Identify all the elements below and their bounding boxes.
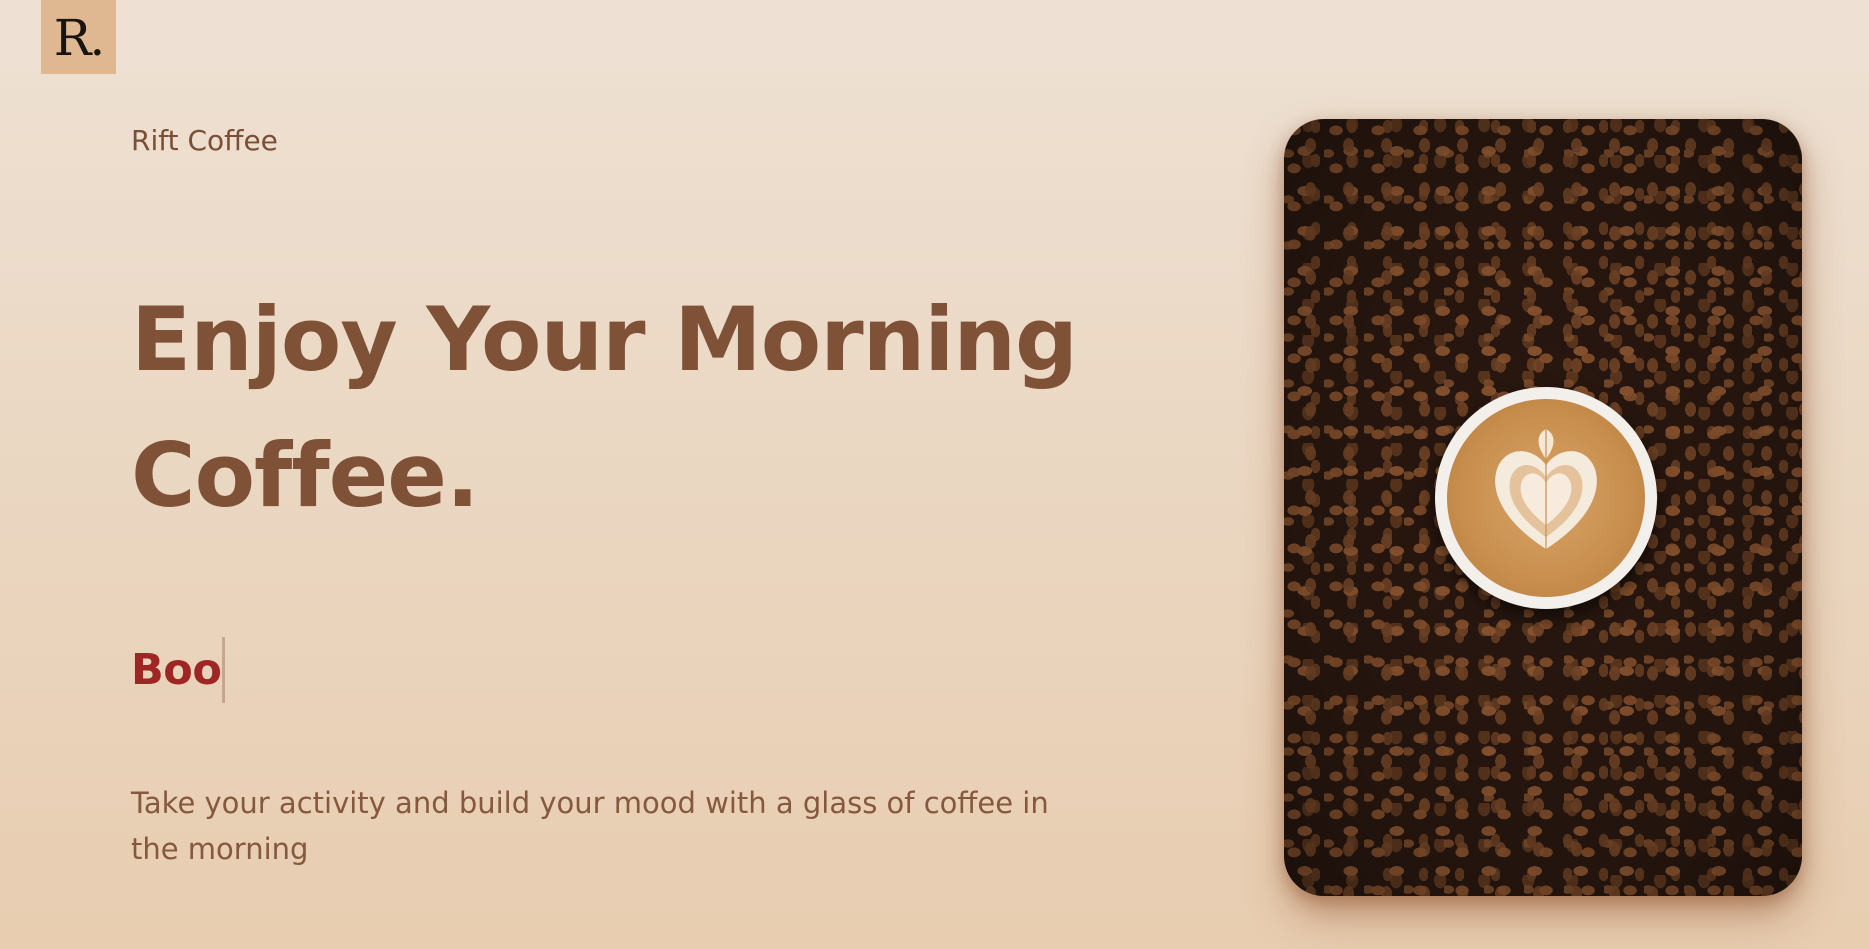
typed-text: Boo xyxy=(131,645,222,695)
typed-text-container: Boo xyxy=(131,636,226,704)
brand-name: Rift Coffee xyxy=(131,124,278,157)
coffee-cup-icon xyxy=(1435,387,1657,609)
latte-crema xyxy=(1447,399,1645,597)
logo-text: R. xyxy=(53,9,106,67)
hero-description: Take your activity and build your mood w… xyxy=(131,786,1049,866)
latte-art-heart-icon xyxy=(1495,429,1597,551)
logo[interactable]: R. xyxy=(41,0,116,74)
typing-caret xyxy=(222,637,226,703)
hero-image xyxy=(1284,119,1802,896)
hero-headline: Enjoy Your Morning Coffee. xyxy=(131,288,1078,527)
